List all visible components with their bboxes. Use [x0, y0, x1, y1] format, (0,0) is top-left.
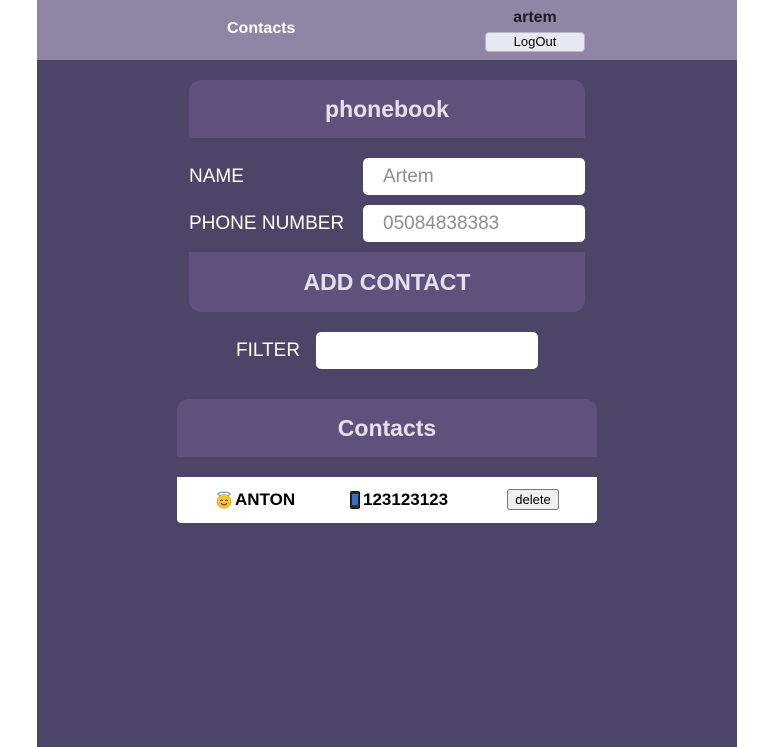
name-input[interactable] — [363, 158, 585, 195]
contact-name: ANTON — [215, 490, 295, 510]
add-contact-button[interactable]: ADD CONTACT — [189, 252, 585, 312]
user-name: artem — [513, 9, 557, 26]
contacts-title: Contacts — [177, 399, 597, 457]
phone-number-label: PHONE NUMBER — [189, 213, 345, 234]
contact-phone: 123123123 — [350, 490, 448, 510]
contact-list-item: ANTON 123123123 delete — [177, 477, 597, 523]
name-label: NAME — [189, 166, 244, 187]
app-container: Contacts artem LogOut phonebook NAME PHO… — [37, 0, 737, 747]
contact-phone-text: 123123123 — [363, 490, 449, 509]
smiling-face-with-halo-icon — [216, 491, 232, 509]
phonebook-title: phonebook — [189, 80, 585, 138]
nav-link-contacts[interactable]: Contacts — [227, 20, 295, 38]
mobile-phone-icon — [350, 491, 360, 509]
phone-number-input[interactable] — [363, 205, 585, 242]
filter-input[interactable] — [316, 332, 538, 369]
contact-name-text: ANTON — [235, 490, 296, 509]
filter-label: FILTER — [236, 340, 301, 361]
header-bar: Contacts artem LogOut — [37, 0, 737, 60]
logout-button[interactable]: LogOut — [485, 32, 585, 52]
delete-contact-button[interactable]: delete — [507, 489, 559, 510]
